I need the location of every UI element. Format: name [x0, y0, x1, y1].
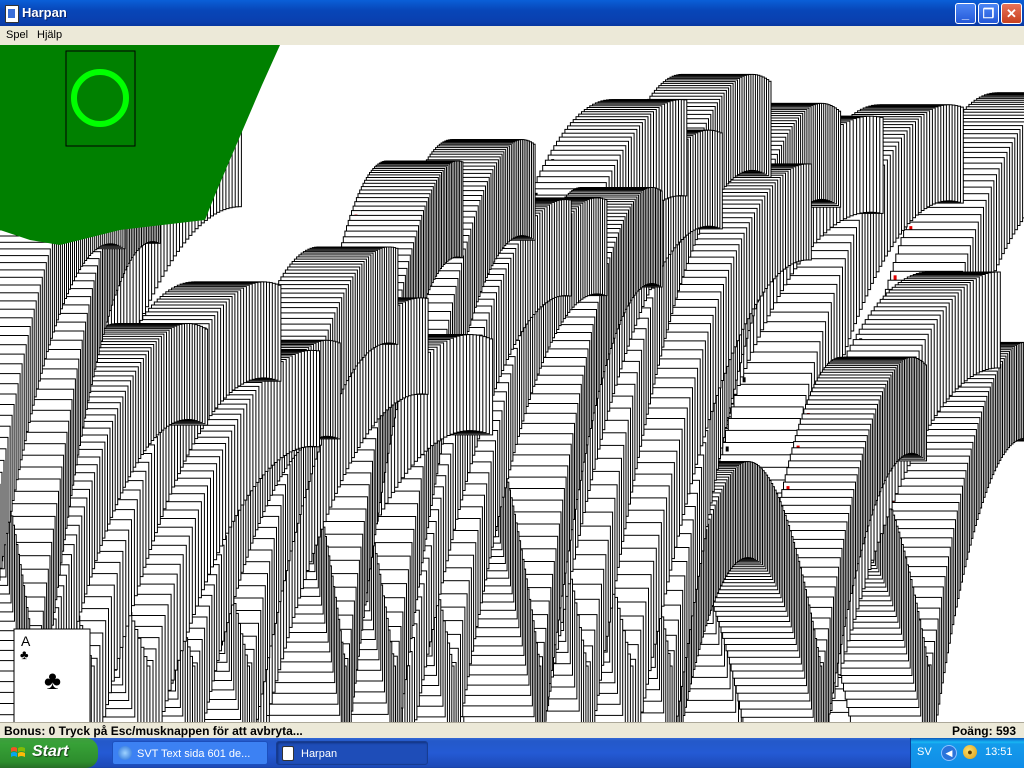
system-tray: SV ◀ ● 13:51 [910, 738, 1024, 768]
close-button[interactable]: ✕ [1001, 3, 1022, 24]
chevron-left-icon[interactable]: ◀ [941, 745, 957, 761]
globe-icon[interactable]: ● [963, 745, 977, 759]
windows-logo-icon [11, 747, 25, 757]
menu-bar: Spel Hjälp [0, 26, 1024, 45]
close-icon: ✕ [1006, 5, 1017, 21]
internet-explorer-icon [118, 746, 132, 760]
start-button[interactable]: Start [0, 738, 98, 768]
card-center-suit: ♣ [44, 665, 62, 695]
menu-spel[interactable]: Spel [6, 29, 28, 41]
harpan-app-icon [282, 746, 294, 761]
status-message: Bonus: 0 Tryck på Esc/musknappen för att… [4, 724, 303, 738]
minimize-button[interactable]: _ [955, 3, 976, 24]
window-title: Harpan [22, 5, 67, 20]
minimize-icon: _ [961, 6, 970, 21]
language-indicator[interactable]: SV [917, 746, 932, 758]
status-bar: Bonus: 0 Tryck på Esc/musknappen för att… [0, 722, 1024, 739]
start-label: Start [32, 743, 69, 760]
maximize-button[interactable]: ❐ [978, 3, 999, 24]
harpan-window: Harpan _ ❐ ✕ Spel Hjälp A ♣ ♣ Bonus: 0 T… [0, 0, 1024, 739]
harpan-app-icon [5, 5, 19, 23]
taskbar-item-harpan[interactable]: Harpan [276, 741, 428, 765]
taskbar-item-svt-text[interactable]: SVT Text sida 601 de... [112, 741, 268, 765]
taskbar: Start SVT Text sida 601 de... Harpan SV … [0, 738, 1024, 768]
taskbar-item-label: SVT Text sida 601 de... [137, 748, 251, 760]
card-cascade [0, 73, 1024, 722]
score-label: Poäng: 593 [951, 724, 1016, 738]
clock: 13:51 [985, 746, 1013, 758]
card-corner-suit: ♣ [20, 647, 29, 662]
game-area[interactable]: A ♣ ♣ [0, 45, 1024, 722]
maximize-icon: ❐ [982, 5, 995, 21]
title-bar[interactable]: Harpan _ ❐ ✕ [0, 0, 1024, 26]
taskbar-item-label: Harpan [301, 748, 338, 760]
menu-hjalp[interactable]: Hjälp [37, 29, 62, 41]
